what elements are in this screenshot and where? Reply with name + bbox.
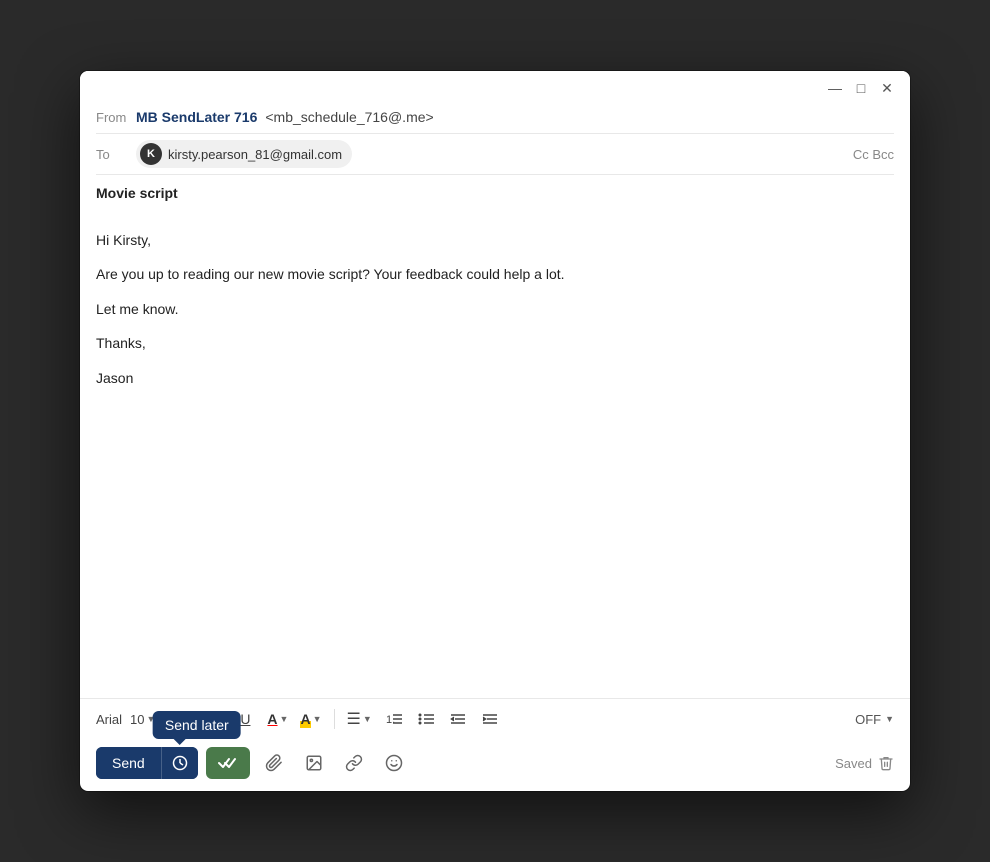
to-label: To — [96, 147, 128, 162]
maximize-button[interactable]: □ — [854, 81, 868, 95]
italic-button[interactable]: I — [199, 705, 227, 733]
send-button[interactable]: Send — [96, 747, 161, 779]
indent-less-button[interactable] — [444, 705, 472, 733]
ordered-list-icon: 1. — [386, 711, 402, 727]
indent-more-button[interactable] — [476, 705, 504, 733]
align-dropdown[interactable]: ☰ ▼ — [343, 705, 376, 733]
avatar: K — [140, 143, 162, 165]
link-icon — [345, 754, 363, 772]
font-size-selector[interactable]: 10 ▼ — [130, 712, 155, 727]
saved-label: Saved — [835, 756, 872, 771]
double-check-icon — [218, 755, 238, 771]
align-icon: ☰ — [347, 709, 361, 729]
off-label: OFF — [855, 712, 881, 727]
send-button-group: Send Send later — [96, 747, 198, 779]
toolbar-area: Arial 10 ▼ B I U A ▼ A ▼ ☰ ▼ — [80, 698, 910, 791]
send-toolbar: Send Send later — [96, 739, 894, 791]
greeting-line: Hi Kirsty, — [96, 229, 894, 251]
checkmark-button[interactable] — [206, 747, 250, 779]
subject-field[interactable]: Movie script — [96, 185, 178, 201]
from-label: From — [96, 110, 128, 125]
cc-bcc-button[interactable]: Cc Bcc — [853, 147, 894, 162]
font-color-chevron-icon: ▼ — [280, 714, 289, 724]
font-color-label: A — [267, 711, 277, 727]
saved-area: Saved — [835, 755, 894, 771]
subject-row: Movie script — [96, 174, 894, 213]
from-sender-email: <mb_schedule_716@.me> — [265, 109, 433, 125]
toolbar-divider-1 — [334, 709, 335, 729]
align-chevron-icon: ▼ — [363, 714, 372, 724]
delete-button[interactable] — [878, 755, 894, 771]
svg-text:1.: 1. — [386, 714, 395, 726]
from-row: From MB SendLater 716 <mb_schedule_716@.… — [96, 101, 894, 133]
emoji-icon — [385, 754, 403, 772]
send-later-button[interactable] — [161, 747, 198, 779]
bold-button[interactable]: B — [167, 705, 195, 733]
ordered-list-button[interactable]: 1. — [380, 705, 408, 733]
highlight-label: A — [300, 711, 310, 728]
trash-icon — [878, 755, 894, 771]
off-toggle[interactable]: OFF ▼ — [855, 712, 894, 727]
compose-window: — □ ✕ From MB SendLater 716 <mb_schedule… — [80, 71, 910, 791]
font-size-value: 10 — [130, 712, 144, 727]
close-button[interactable]: ✕ — [880, 81, 894, 95]
underline-button[interactable]: U — [231, 705, 259, 733]
send-later-container: Send later — [161, 747, 198, 779]
window-controls: — □ ✕ — [828, 81, 894, 95]
clock-icon — [172, 755, 188, 771]
highlight-color-dropdown[interactable]: A ▼ — [296, 705, 325, 733]
indent-more-icon — [482, 711, 498, 727]
unordered-list-icon — [418, 711, 434, 727]
emoji-button[interactable] — [378, 747, 410, 779]
body-paragraph2: Let me know. — [96, 298, 894, 320]
body-paragraph1: Are you up to reading our new movie scri… — [96, 263, 894, 285]
image-icon — [305, 754, 323, 772]
recipient-chip[interactable]: K kirsty.pearson_81@gmail.com — [136, 140, 352, 168]
from-sender-name: MB SendLater 716 — [136, 109, 257, 125]
formatting-toolbar: Arial 10 ▼ B I U A ▼ A ▼ ☰ ▼ — [96, 699, 894, 739]
recipient-email: kirsty.pearson_81@gmail.com — [168, 147, 342, 162]
font-color-dropdown[interactable]: A ▼ — [263, 705, 292, 733]
closing-line: Thanks, — [96, 332, 894, 354]
link-button[interactable] — [338, 747, 370, 779]
title-bar: — □ ✕ — [80, 71, 910, 101]
indent-less-icon — [450, 711, 466, 727]
compose-header: From MB SendLater 716 <mb_schedule_716@.… — [80, 101, 910, 213]
font-family-selector[interactable]: Arial — [96, 712, 122, 727]
unordered-list-button[interactable] — [412, 705, 440, 733]
font-size-chevron-icon: ▼ — [146, 714, 155, 724]
highlight-chevron-icon: ▼ — [313, 714, 322, 724]
to-row: To K kirsty.pearson_81@gmail.com Cc Bcc — [96, 133, 894, 174]
signature-line: Jason — [96, 367, 894, 389]
image-button[interactable] — [298, 747, 330, 779]
compose-body[interactable]: Hi Kirsty, Are you up to reading our new… — [80, 213, 910, 698]
off-chevron-icon: ▼ — [885, 714, 894, 724]
attachment-icon — [265, 754, 283, 772]
attachment-button[interactable] — [258, 747, 290, 779]
minimize-button[interactable]: — — [828, 81, 842, 95]
